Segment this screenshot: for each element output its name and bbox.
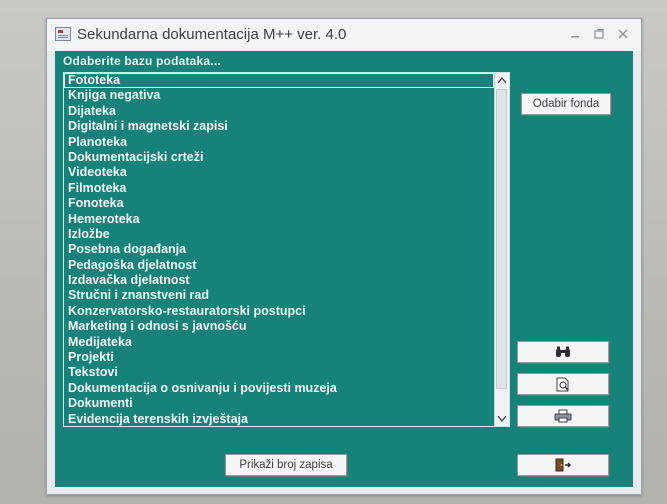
printer-icon [554, 409, 572, 423]
close-icon[interactable] [615, 27, 631, 41]
list-item[interactable]: Stručni i znanstveni rad [64, 288, 494, 303]
list-item[interactable]: Fonoteka [64, 196, 494, 211]
minimize-icon[interactable] [567, 27, 583, 41]
window-title: Sekundarna dokumentacija M++ ver. 4.0 [77, 26, 347, 43]
list-item[interactable]: Projekti [64, 350, 494, 365]
binoculars-icon [555, 346, 571, 358]
list-item[interactable]: Izložbe [64, 227, 494, 242]
window-controls [567, 27, 631, 41]
application-window: Sekundarna dokumentacija M++ ver. 4.0 Od… [46, 18, 642, 495]
database-list: Fototeka Knjiga negativa Dijateka Digitalni… [64, 73, 494, 426]
find-button[interactable] [517, 341, 609, 363]
list-item[interactable]: Pedagoška djelatnost [64, 258, 494, 273]
restore-icon[interactable] [591, 27, 607, 41]
print-preview-icon [555, 377, 571, 392]
list-item[interactable]: Filmoteka [64, 181, 494, 196]
exit-door-icon [554, 458, 572, 472]
prikazi-broj-zapisa-button[interactable]: Prikaži broj zapisa [225, 454, 347, 476]
list-item[interactable]: Hemeroteka [64, 212, 494, 227]
list-item[interactable]: Planoteka [64, 135, 494, 150]
app-icon [55, 27, 71, 41]
list-item[interactable]: Posebna događanja [64, 242, 494, 257]
database-prompt: Odaberite bazu podataka... [63, 54, 221, 68]
database-listbox[interactable]: Fototeka Knjiga negativa Dijateka Digitalni… [63, 72, 510, 427]
list-item[interactable]: Dokumentacijski crteži [64, 150, 494, 165]
scroll-down-icon[interactable] [495, 412, 509, 426]
scroll-up-icon[interactable] [495, 73, 509, 87]
list-item[interactable]: Izdavačka djelatnost [64, 273, 494, 288]
list-item[interactable]: Konzervatorsko-restauratorski postupci [64, 304, 494, 319]
list-item[interactable]: Knjiga negativa [64, 88, 494, 103]
list-item[interactable]: Videoteka [64, 165, 494, 180]
list-item[interactable]: Medijateka [64, 335, 494, 350]
print-button[interactable] [517, 405, 609, 427]
list-item[interactable]: Evidencija terenskih izvještaja [64, 412, 494, 426]
list-item[interactable]: Tekstovi [64, 365, 494, 380]
list-item[interactable]: Dokumentacija o osnivanju i povijesti mu… [64, 381, 494, 396]
list-item[interactable]: Dijateka [64, 104, 494, 119]
list-item[interactable]: Dokumenti [64, 396, 494, 411]
list-scrollbar[interactable] [494, 73, 509, 426]
scroll-thumb[interactable] [496, 89, 507, 389]
exit-button[interactable] [517, 454, 609, 476]
list-item[interactable]: Marketing i odnosi s javnošću [64, 319, 494, 334]
form-body: Odaberite bazu podataka... Fototeka Knjig… [55, 51, 633, 487]
print-preview-button[interactable] [517, 373, 609, 395]
list-item[interactable]: Digitalni i magnetski zapisi [64, 119, 494, 134]
title-bar: Sekundarna dokumentacija M++ ver. 4.0 [47, 19, 641, 51]
list-item[interactable]: Fototeka [64, 73, 494, 89]
odabir-fonda-button[interactable]: Odabir fonda [521, 93, 611, 115]
